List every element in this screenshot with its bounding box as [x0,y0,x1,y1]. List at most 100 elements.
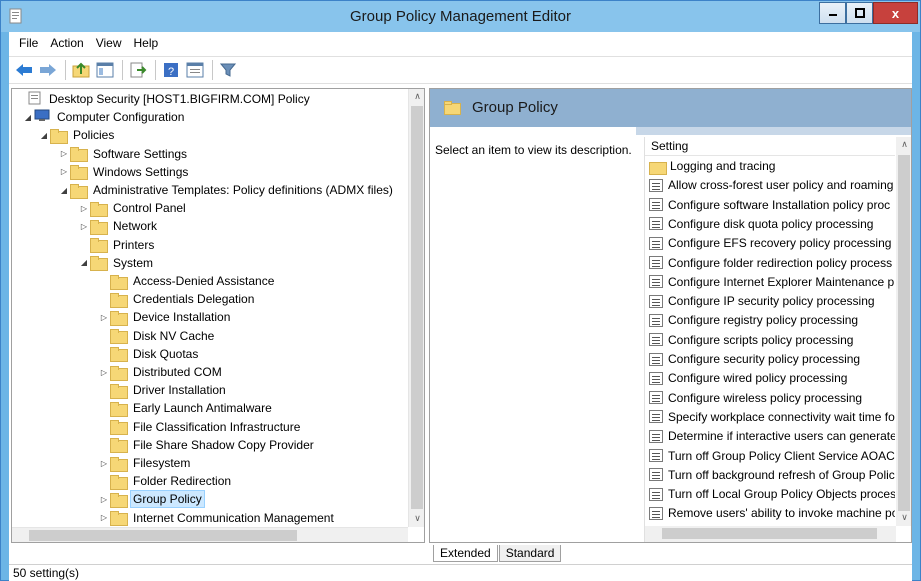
policy-setting-icon [649,429,663,443]
setting-row[interactable]: Turn off Group Policy Client Service AOA… [649,447,895,465]
policy-setting-icon [649,371,663,385]
setting-row[interactable]: Configure Internet Explorer Maintenance … [649,273,894,291]
tree-hscroll-thumb[interactable] [29,530,297,541]
folder-icon [110,474,128,490]
tree-item[interactable]: Disk Quotas [98,345,200,363]
scroll-up-icon[interactable]: ∧ [409,91,424,102]
tree-item[interactable]: Access-Denied Assistance [98,272,276,290]
collapse-arrow-icon[interactable]: ◢ [38,131,50,140]
setting-row[interactable]: Determine if interactive users can gener… [649,427,895,445]
tree-item[interactable]: Credentials Delegation [98,290,256,308]
setting-row[interactable]: Configure registry policy processing [649,311,858,329]
setting-row-label: Turn off background refresh of Group Pol… [668,467,895,482]
tree-item[interactable]: ◢ System [78,254,155,272]
tree-item[interactable]: ▷ Control Panel [78,199,188,217]
setting-row-label: Configure security policy processing [668,352,861,366]
minimize-button[interactable] [819,2,846,24]
tree-item[interactable]: ◢ Computer Configuration [22,108,186,126]
tree-item[interactable]: Disk NV Cache [98,327,216,345]
tab-extended[interactable]: Extended [433,545,498,562]
tree-item[interactable]: ▷ Distributed COM [98,363,224,381]
tree-item[interactable]: ▷ Device Installation [98,308,232,326]
expand-arrow-icon[interactable]: ▷ [78,204,90,213]
tree-item[interactable]: ▷ Software Settings [58,145,189,163]
list-vertical-scrollbar[interactable]: ∧ ∨ [896,137,911,526]
back-button[interactable] [13,59,35,81]
tree-item[interactable]: File Share Shadow Copy Provider [98,436,316,454]
expand-arrow-icon[interactable]: ▷ [98,513,110,522]
tree-item[interactable]: Folder Redirection [98,472,233,490]
details-header: Group Policy [430,89,911,127]
tree-item[interactable]: Printers [78,236,156,254]
tree-scroll-thumb[interactable] [411,106,423,509]
expand-arrow-icon[interactable]: ▷ [98,495,110,504]
tree-vertical-scrollbar[interactable]: ∧ ∨ [408,89,424,527]
setting-row[interactable]: Turn off background refresh of Group Pol… [649,466,895,484]
tab-standard[interactable]: Standard [498,545,562,562]
setting-row[interactable]: Configure wired policy processing [649,369,847,387]
expand-arrow-icon[interactable]: ▷ [98,368,110,377]
setting-row[interactable]: Logging and tracing [649,157,775,175]
expand-arrow-icon[interactable]: ▷ [58,149,70,158]
setting-row[interactable]: Configure folder redirection policy proc… [649,254,892,272]
collapse-arrow-icon[interactable]: ◢ [78,258,90,267]
export-list-button[interactable] [127,59,149,81]
setting-row[interactable]: Configure EFS recovery policy processing [649,234,891,252]
tree-item[interactable]: ▷ Group Policy [98,490,205,509]
tree-item[interactable]: ▷ Filesystem [98,454,192,472]
toolbar-separator [212,60,213,80]
policy-setting-icon [649,487,663,501]
setting-row-label: Remove users' ability to invoke machine … [668,506,895,521]
expand-arrow-icon[interactable]: ▷ [98,459,110,468]
show-hide-tree-button[interactable] [94,59,116,81]
tree-item[interactable]: ▷ Windows Settings [58,163,190,181]
tree-item[interactable]: Driver Installation [98,381,228,399]
setting-row[interactable]: Remove users' ability to invoke machine … [649,504,895,522]
list-scroll-thumb[interactable] [898,155,910,511]
tree-item[interactable]: File Classification Infrastructure [98,418,302,436]
collapse-arrow-icon[interactable]: ◢ [22,113,34,122]
setting-row[interactable]: Turn off Local Group Policy Objects proc… [649,485,895,503]
setting-row[interactable]: Configure scripts policy processing [649,331,853,349]
setting-row[interactable]: Allow cross-forest user policy and roami… [649,176,893,194]
tree-item[interactable]: ◢ Administrative Templates: Policy defini… [58,181,395,199]
menu-help[interactable]: Help [128,36,165,50]
close-button[interactable]: x [873,2,918,24]
scroll-down-icon[interactable]: ∨ [409,513,424,524]
folder-icon [110,420,128,436]
scroll-down-icon[interactable]: ∨ [896,512,911,523]
toolbar-separator [122,60,123,80]
setting-column-header[interactable]: Setting [645,137,895,156]
expand-arrow-icon[interactable]: ▷ [58,167,70,176]
scroll-up-icon[interactable]: ∧ [896,139,911,150]
expand-arrow-icon[interactable]: ▷ [78,222,90,231]
title-bar[interactable]: Group Policy Management Editor x [1,1,920,32]
setting-row[interactable]: Specify workplace connectivity wait time… [649,408,895,426]
policy-setting-icon [649,506,663,520]
list-hscroll-thumb[interactable] [662,528,877,539]
setting-row[interactable]: Configure IP security policy processing [649,292,875,310]
up-folder-button[interactable] [70,59,92,81]
expand-arrow-icon[interactable]: ▷ [98,313,110,322]
setting-row[interactable]: Configure disk quota policy processing [649,215,873,233]
tree-horizontal-scrollbar[interactable] [12,527,408,542]
policy-setting-icon [649,256,663,269]
tree-item[interactable]: ◢ Policies [38,126,116,144]
forward-button[interactable] [37,59,59,81]
filter-button[interactable] [217,59,239,81]
setting-row[interactable]: Configure wireless policy processing [649,389,862,407]
collapse-arrow-icon[interactable]: ◢ [58,186,70,195]
tree-item[interactable]: ▷ Internet Communication Management [98,509,336,527]
tree-item[interactable]: ▷ Network [78,217,159,235]
help-button[interactable]: ? [160,59,182,81]
tree-item[interactable]: Early Launch Antimalware [98,399,274,417]
list-horizontal-scrollbar[interactable] [645,526,896,542]
tree-item[interactable]: Desktop Security [HOST1.BIGFIRM.COM] Pol… [16,90,312,108]
setting-row[interactable]: Configure security policy processing [649,350,860,368]
menu-view[interactable]: View [90,36,128,50]
menu-file[interactable]: File [13,36,44,50]
maximize-button[interactable] [846,2,873,24]
menu-action[interactable]: Action [44,36,89,50]
setting-row[interactable]: Configure software Installation policy p… [649,196,890,214]
properties-button[interactable] [184,59,206,81]
